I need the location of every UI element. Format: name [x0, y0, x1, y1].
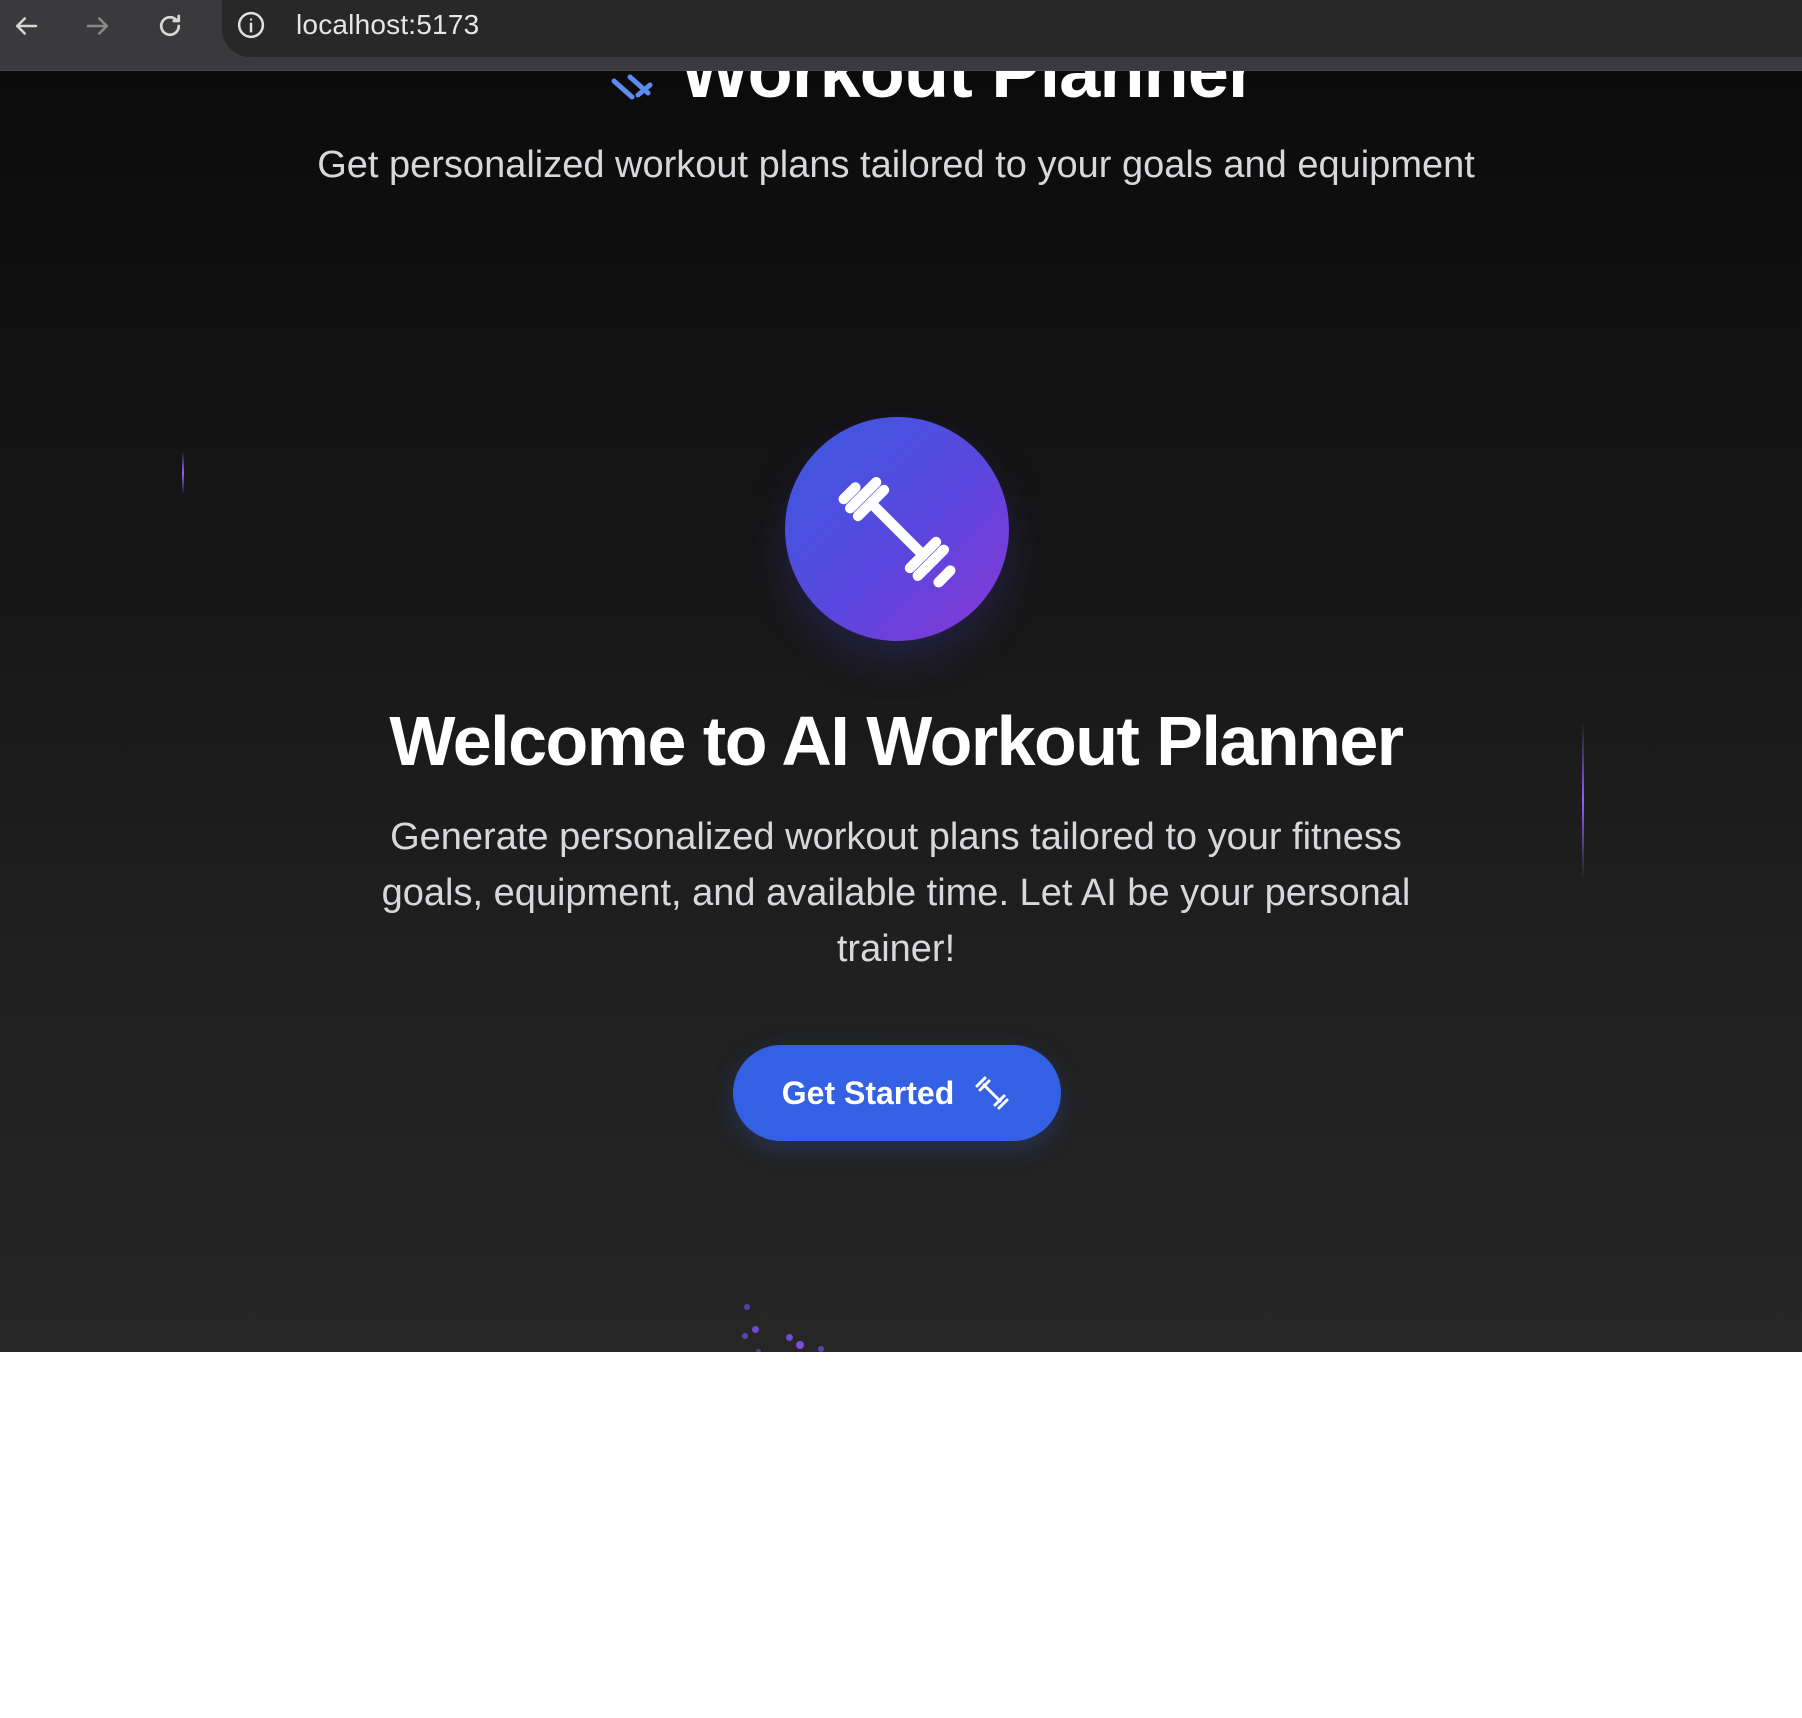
reload-button[interactable]: [150, 6, 190, 46]
arrow-right-icon: [86, 17, 108, 35]
particle-dot: [744, 1304, 750, 1310]
welcome-description: Generate personalized workout plans tail…: [381, 816, 1411, 970]
reload-icon: [159, 14, 181, 37]
url-text: localhost:5173: [296, 9, 480, 40]
forward-button[interactable]: [78, 6, 118, 46]
browser-toolbar: localhost:5173: [0, 0, 1802, 71]
address-bar[interactable]: localhost:5173: [222, 0, 1802, 57]
particle-dot: [818, 1346, 824, 1352]
info-icon: [237, 11, 265, 39]
particle-dot: [742, 1333, 748, 1339]
back-button[interactable]: [6, 6, 46, 46]
site-info-button[interactable]: [234, 8, 268, 42]
site-title: Workout Planner: [680, 71, 1257, 113]
arrow-left-icon: [16, 17, 38, 35]
get-started-label: Get Started: [781, 1074, 955, 1111]
dumbbell-icon: [611, 74, 653, 100]
particle-dot: [752, 1326, 759, 1333]
get-started-button[interactable]: Get Started: [733, 1045, 1061, 1141]
decorative-sparkle-line: [182, 451, 184, 495]
hero-icon-badge: [785, 417, 1009, 641]
page-viewport: Workout Planner Get personalized workout…: [0, 71, 1802, 1352]
dumbbell-icon: [972, 1073, 1012, 1113]
particle-dot: [756, 1349, 761, 1352]
welcome-heading: Welcome to AI Workout Planner: [389, 702, 1404, 780]
dumbbell-icon: [838, 477, 956, 588]
particle-dot: [796, 1341, 804, 1349]
particle-dot: [786, 1334, 793, 1341]
page-subtitle: Get personalized workout plans tailored …: [317, 144, 1475, 186]
